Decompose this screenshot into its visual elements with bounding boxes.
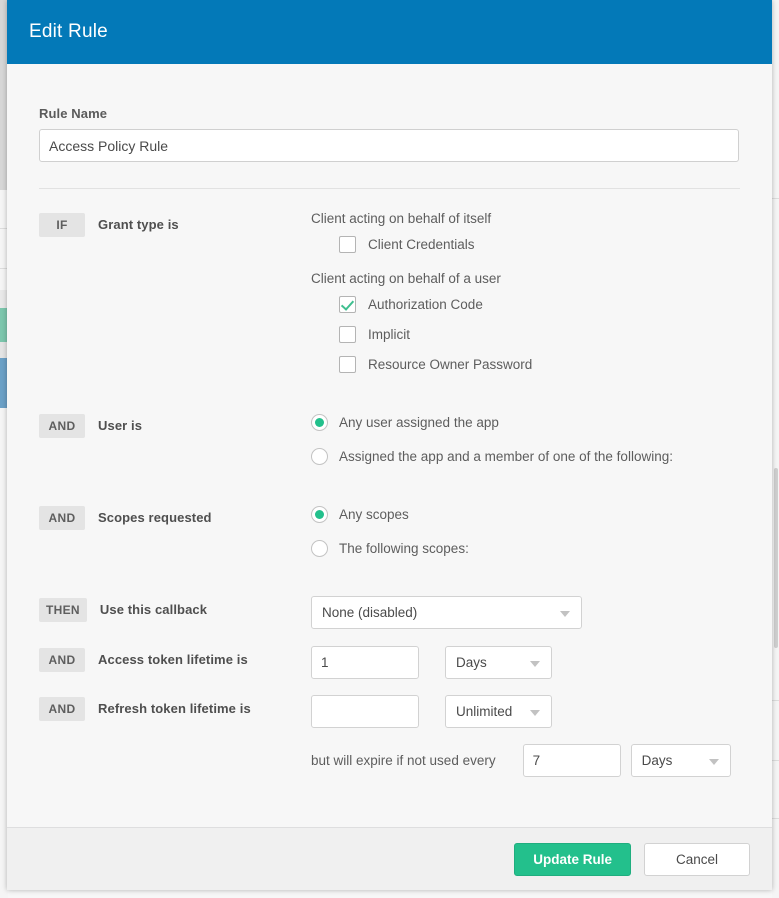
background-divider <box>772 198 779 199</box>
action-refresh-token-controls: Unlimited <box>311 695 740 728</box>
checkbox-implicit[interactable]: Implicit <box>339 326 740 343</box>
modal-header: Edit Rule <box>7 0 772 64</box>
background-divider <box>772 818 779 819</box>
checkbox-icon[interactable] <box>339 356 356 373</box>
radio-any-scopes[interactable]: Any scopes <box>311 506 740 523</box>
action-access-token-title: Access token lifetime is <box>98 648 248 667</box>
condition-user-is-options: Any user assigned the app Assigned the a… <box>311 412 740 482</box>
edit-rule-modal: Edit Rule Rule Name IF Grant type is Cli… <box>7 0 772 890</box>
modal-body: Rule Name IF Grant type is Client acting… <box>7 64 772 827</box>
checkbox-checked-icon[interactable] <box>339 296 356 313</box>
keyword-badge-and: AND <box>39 506 85 530</box>
action-access-token: AND Access token lifetime is Days <box>39 646 740 679</box>
background-divider <box>772 760 779 761</box>
checkbox-client-credentials[interactable]: Client Credentials <box>339 236 740 253</box>
access-token-lifetime-input[interactable] <box>311 646 419 679</box>
background-divider <box>772 700 779 701</box>
action-expire-row: but will expire if not used every Days <box>39 744 740 777</box>
radio-icon[interactable] <box>311 448 328 465</box>
callback-select-value: None (disabled) <box>322 605 417 620</box>
action-refresh-token-left: AND Refresh token lifetime is <box>39 695 311 721</box>
cancel-button[interactable]: Cancel <box>644 843 750 876</box>
keyword-badge-then: THEN <box>39 598 87 622</box>
refresh-token-unit-value: Unlimited <box>456 704 512 719</box>
keyword-badge-and: AND <box>39 414 85 438</box>
chevron-down-icon <box>560 611 570 617</box>
page-scrollbar[interactable] <box>774 468 778 648</box>
keyword-badge-if: IF <box>39 213 85 237</box>
chevron-down-icon <box>709 759 719 765</box>
action-refresh-token: AND Refresh token lifetime is Unlimited <box>39 695 740 728</box>
background-divider <box>0 268 7 269</box>
expire-unit-select[interactable]: Days <box>631 744 731 777</box>
condition-scopes-requested: AND Scopes requested Any scopes The foll… <box>39 504 740 574</box>
chevron-down-icon <box>530 661 540 667</box>
modal-title: Edit Rule <box>7 21 108 43</box>
radio-label: Any scopes <box>339 507 409 522</box>
action-callback: THEN Use this callback None (disabled) <box>39 596 740 629</box>
radio-label: Any user assigned the app <box>339 415 499 430</box>
checkbox-icon[interactable] <box>339 236 356 253</box>
condition-grant-type: IF Grant type is Client acting on behalf… <box>39 211 740 386</box>
radio-any-user-assigned[interactable]: Any user assigned the app <box>311 414 740 431</box>
checkbox-resource-owner-password[interactable]: Resource Owner Password <box>339 356 740 373</box>
action-refresh-token-title: Refresh token lifetime is <box>98 697 251 716</box>
background-divider <box>0 228 7 229</box>
checkbox-icon[interactable] <box>339 326 356 343</box>
radio-assigned-and-member[interactable]: Assigned the app and a member of one of … <box>311 448 740 465</box>
callback-select[interactable]: None (disabled) <box>311 596 582 629</box>
expire-value-input[interactable] <box>523 744 621 777</box>
rule-name-input[interactable] <box>39 129 739 162</box>
checkbox-label: Authorization Code <box>368 297 483 312</box>
action-callback-left: THEN Use this callback <box>39 596 311 622</box>
access-token-unit-value: Days <box>456 655 487 670</box>
condition-grant-type-title: Grant type is <box>98 213 179 232</box>
rule-name-label: Rule Name <box>39 106 740 121</box>
checkbox-label: Resource Owner Password <box>368 357 532 372</box>
radio-selected-icon[interactable] <box>311 506 328 523</box>
grant-group-label-user: Client acting on behalf of a user <box>311 271 740 286</box>
condition-grant-type-left: IF Grant type is <box>39 211 311 237</box>
action-callback-title: Use this callback <box>100 598 207 617</box>
action-access-token-controls: Days <box>311 646 740 679</box>
checkbox-label: Client Credentials <box>368 237 475 252</box>
condition-scopes-title: Scopes requested <box>98 506 212 525</box>
access-token-unit-select[interactable]: Days <box>445 646 552 679</box>
radio-icon[interactable] <box>311 540 328 557</box>
keyword-badge-and: AND <box>39 648 85 672</box>
grant-group-label-itself: Client acting on behalf of itself <box>311 211 740 226</box>
radio-label: The following scopes: <box>339 541 469 556</box>
action-access-token-left: AND Access token lifetime is <box>39 646 311 672</box>
condition-grant-type-options: Client acting on behalf of itself Client… <box>311 211 740 386</box>
radio-following-scopes[interactable]: The following scopes: <box>311 540 740 557</box>
condition-scopes-options: Any scopes The following scopes: <box>311 504 740 574</box>
section-divider <box>39 188 740 189</box>
condition-user-is-left: AND User is <box>39 412 311 438</box>
condition-user-is: AND User is Any user assigned the app As… <box>39 412 740 482</box>
rule-name-field: Rule Name <box>39 64 740 189</box>
chevron-down-icon <box>530 710 540 716</box>
action-callback-control: None (disabled) <box>311 596 740 629</box>
refresh-token-lifetime-input[interactable] <box>311 695 419 728</box>
condition-scopes-left: AND Scopes requested <box>39 504 311 530</box>
expire-note-label: but will expire if not used every <box>311 753 496 768</box>
update-rule-button[interactable]: Update Rule <box>514 843 631 876</box>
expire-unit-value: Days <box>642 753 673 768</box>
keyword-badge-and: AND <box>39 697 85 721</box>
condition-user-is-title: User is <box>98 414 142 433</box>
modal-footer: Update Rule Cancel <box>7 827 772 890</box>
checkbox-label: Implicit <box>368 327 410 342</box>
background-right-edge <box>772 0 779 898</box>
radio-label: Assigned the app and a member of one of … <box>339 449 673 464</box>
action-expire-left <box>39 744 311 746</box>
checkbox-authorization-code[interactable]: Authorization Code <box>339 296 740 313</box>
radio-selected-icon[interactable] <box>311 414 328 431</box>
action-expire-controls: but will expire if not used every Days <box>311 744 740 777</box>
refresh-token-unit-select[interactable]: Unlimited <box>445 695 552 728</box>
